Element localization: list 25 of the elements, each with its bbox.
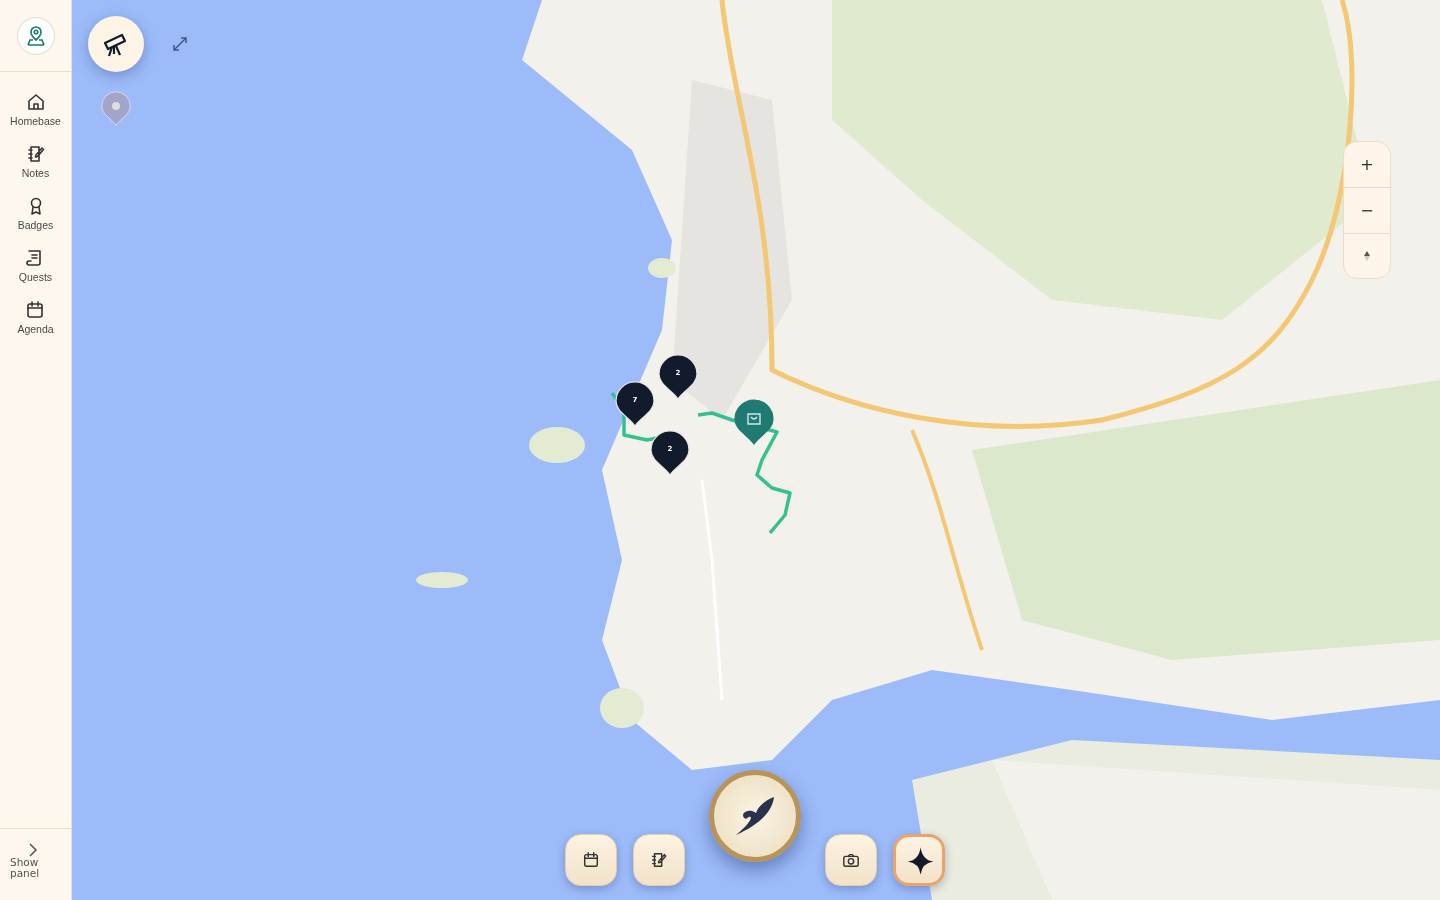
map-pin-person-icon <box>24 24 47 47</box>
home-icon <box>25 92 46 112</box>
show-panel-button[interactable]: Show panel <box>10 857 50 878</box>
notebook-icon <box>25 144 46 164</box>
calendar-button[interactable] <box>565 834 617 886</box>
camera-button[interactable] <box>825 834 877 886</box>
logo-button[interactable] <box>16 16 55 55</box>
expand-icon[interactable] <box>172 36 188 52</box>
calendar-icon <box>582 851 600 869</box>
notes-button[interactable] <box>633 834 685 886</box>
zoom-out-button[interactable]: − <box>1344 188 1390 234</box>
nav-item[interactable]: Quests <box>18 248 53 283</box>
north-arrow-icon[interactable] <box>1363 250 1371 262</box>
nav-item[interactable]: Homebase <box>10 92 61 127</box>
shop-marker[interactable] <box>734 399 774 445</box>
nav-item[interactable]: Agenda <box>17 300 54 335</box>
nav-item[interactable]: Notes <box>21 144 50 179</box>
shopping-bag-icon <box>746 411 762 427</box>
calendar-icon <box>25 300 46 320</box>
zoom-in-button[interactable]: + <box>1344 142 1390 188</box>
camera-icon <box>842 851 860 869</box>
notebook-icon <box>650 851 668 869</box>
chevron-right-icon[interactable] <box>28 843 38 857</box>
nav-item[interactable]: Badges <box>17 196 54 231</box>
sparkle-button[interactable] <box>893 834 945 886</box>
